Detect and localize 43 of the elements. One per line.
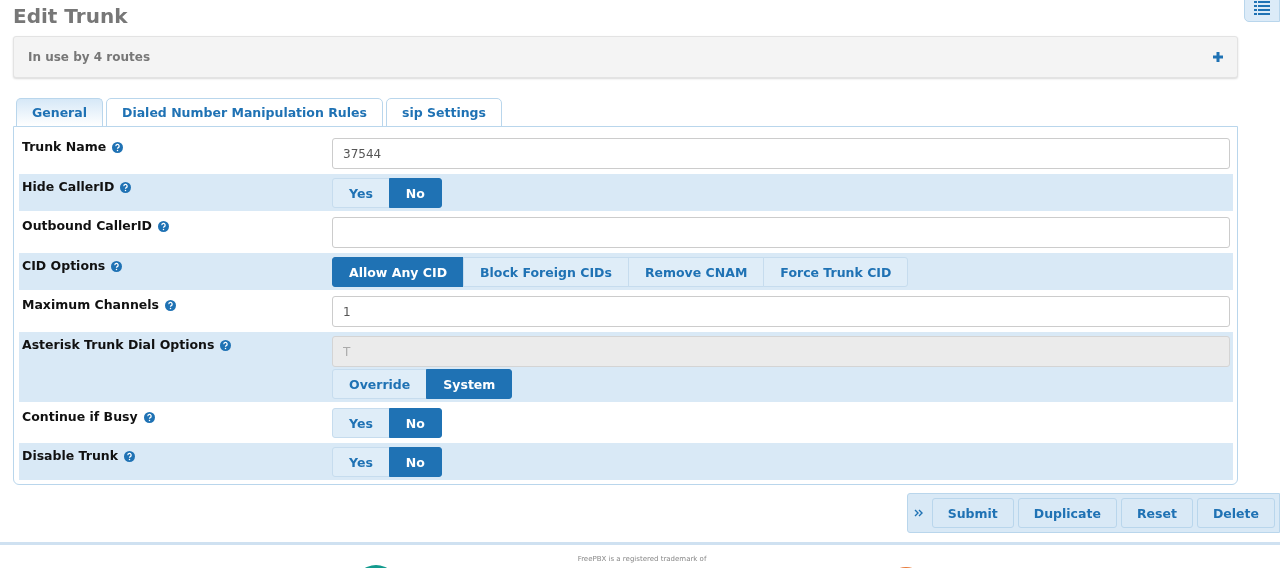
double-chevron-icon[interactable] [913, 508, 924, 518]
field-label: Hide CallerID [22, 179, 115, 194]
option-toggle[interactable]: Remove CNAM [627, 257, 765, 287]
page-title: Edit Trunk [13, 4, 129, 28]
help-icon [220, 340, 232, 351]
option-toggle[interactable]: Block Foreign CIDs [463, 257, 629, 287]
field-label: Trunk Name [22, 139, 107, 154]
action-button[interactable]: Reset [1120, 498, 1193, 528]
option-toggle[interactable]: No [388, 408, 442, 438]
tab[interactable]: Dialed Number Manipulation Rules [106, 98, 383, 127]
field-label: Asterisk Trunk Dial Options [22, 337, 215, 352]
action-button[interactable]: Delete [1196, 498, 1275, 528]
usage-panel[interactable]: In use by 4 routes [13, 36, 1238, 78]
list-icon [1254, 1, 1270, 15]
help-icon [165, 300, 177, 311]
usage-text: In use by 4 routes [28, 50, 151, 64]
option-toggle[interactable]: Force Trunk CID [763, 257, 909, 287]
option-toggle[interactable]: Yes [332, 447, 390, 477]
action-button[interactable]: Submit [931, 498, 1014, 528]
field-label: CID Options [22, 258, 106, 273]
action-button[interactable]: Duplicate [1017, 498, 1117, 528]
option-toggle[interactable]: No [388, 178, 442, 208]
field-label: Continue if Busy [22, 409, 138, 424]
option-toggle[interactable]: Allow Any CID [332, 257, 464, 287]
text-input[interactable] [332, 217, 1230, 248]
help-icon [158, 221, 169, 232]
help-icon [112, 142, 124, 153]
tab[interactable]: General [16, 98, 103, 127]
help-icon [120, 182, 132, 193]
help-icon [111, 261, 123, 272]
field-label: Disable Trunk [22, 448, 119, 463]
field-label: Maximum Channels [22, 297, 160, 312]
option-toggle[interactable]: Yes [332, 178, 390, 208]
tab[interactable]: sip Settings [385, 98, 502, 127]
option-toggle[interactable]: Yes [332, 408, 390, 438]
plus-icon [1213, 52, 1223, 62]
text-input[interactable]: 37544 [332, 138, 1230, 169]
help-icon [124, 451, 136, 462]
option-toggle[interactable]: No [388, 447, 442, 477]
help-icon [143, 412, 155, 423]
field-label: Outbound CallerID [22, 218, 152, 233]
text-input[interactable]: 1 [332, 296, 1230, 327]
list-menu-button[interactable] [1244, 0, 1280, 22]
